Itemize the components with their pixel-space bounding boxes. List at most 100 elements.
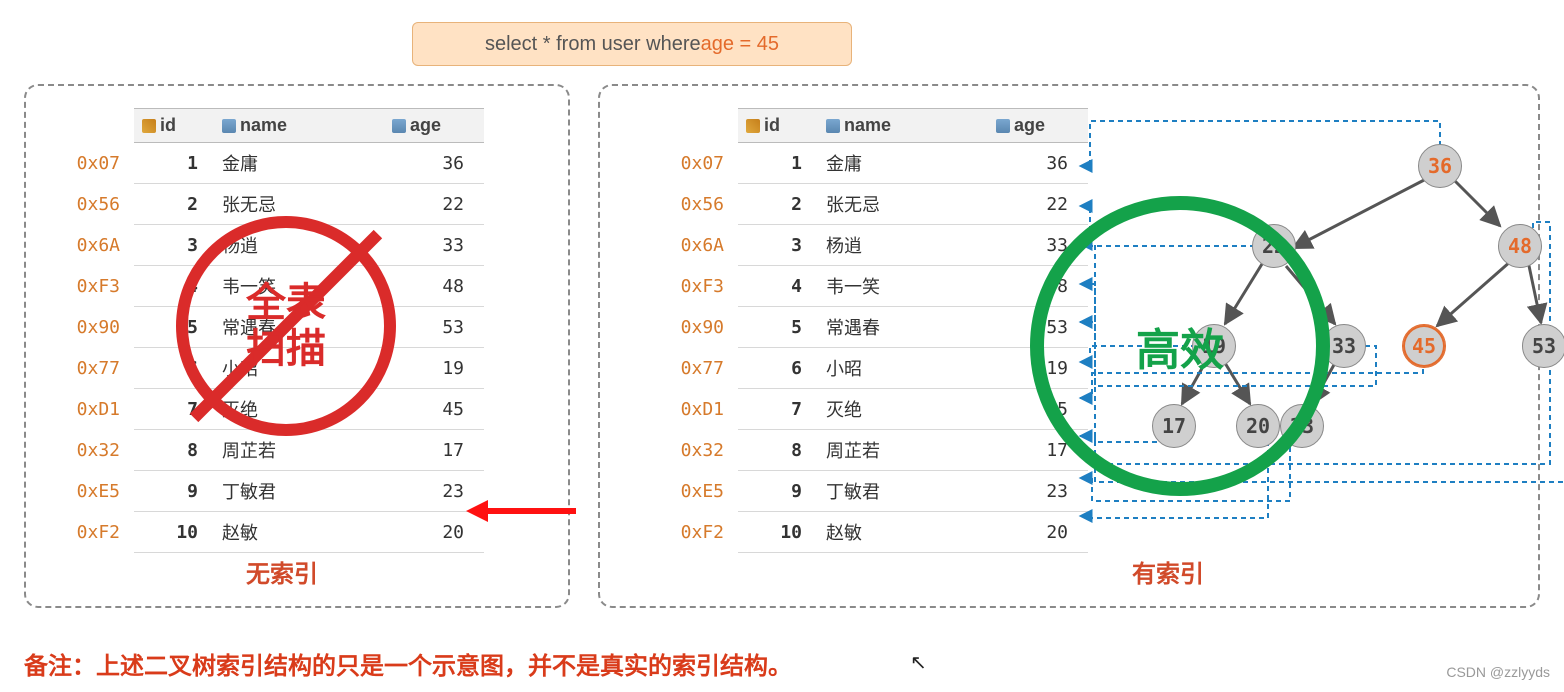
row-age: 53 xyxy=(384,307,484,348)
row-addr: 0xF3 xyxy=(648,266,738,307)
row-id: 7 xyxy=(738,389,818,430)
left-caption: 无索引 xyxy=(246,554,318,589)
table-row: 0x6A3杨逍33 xyxy=(648,225,1088,266)
row-age: 36 xyxy=(988,143,1088,184)
row-age: 48 xyxy=(384,266,484,307)
ban-text-2: 扫描 xyxy=(246,326,326,372)
row-addr: 0x6A xyxy=(648,225,738,266)
row-name: 韦一笑 xyxy=(818,266,988,307)
red-arrow-icon xyxy=(466,502,576,520)
column-icon xyxy=(826,119,840,133)
row-addr: 0xD1 xyxy=(648,389,738,430)
row-name: 金庸 xyxy=(818,143,988,184)
table-row: 0xD17灭绝45 xyxy=(648,389,1088,430)
row-age: 19 xyxy=(384,348,484,389)
row-name: 赵敏 xyxy=(214,512,384,553)
row-id: 1 xyxy=(134,143,214,184)
row-age: 45 xyxy=(384,389,484,430)
row-addr: 0xF2 xyxy=(54,512,134,553)
right-caption: 有索引 xyxy=(1132,554,1204,589)
row-id: 10 xyxy=(738,512,818,553)
table-row: 0x071金庸36 xyxy=(648,143,1088,184)
row-name: 张无忌 xyxy=(818,184,988,225)
row-name: 常遇春 xyxy=(818,307,988,348)
col-age: age xyxy=(410,115,441,135)
key-icon xyxy=(746,119,760,133)
key-icon xyxy=(142,119,156,133)
row-addr: 0x07 xyxy=(648,143,738,184)
column-icon xyxy=(996,119,1010,133)
panel-no-index: id name age 0x071金庸360x562张无忌220x6A3杨逍33… xyxy=(24,84,570,608)
row-addr: 0x90 xyxy=(54,307,134,348)
row-name: 小昭 xyxy=(818,348,988,389)
cursor-icon: ↖ xyxy=(910,650,927,675)
table-row: 0x905常遇春53 xyxy=(648,307,1088,348)
row-name: 丁敏君 xyxy=(818,471,988,512)
row-name: 丁敏君 xyxy=(214,471,384,512)
table-row: 0xF210赵敏20 xyxy=(648,512,1088,553)
tree-node-48: 48 xyxy=(1498,224,1542,268)
row-id: 9 xyxy=(738,471,818,512)
table-row: 0x776小昭19 xyxy=(648,348,1088,389)
row-addr: 0x6A xyxy=(54,225,134,266)
row-addr: 0x56 xyxy=(54,184,134,225)
column-icon xyxy=(392,119,406,133)
row-addr: 0xF3 xyxy=(54,266,134,307)
row-name: 周芷若 xyxy=(818,430,988,471)
row-addr: 0x90 xyxy=(648,307,738,348)
efficient-text: 高效 xyxy=(1030,196,1330,496)
row-id: 3 xyxy=(738,225,818,266)
row-id: 6 xyxy=(738,348,818,389)
row-addr: 0xD1 xyxy=(54,389,134,430)
row-addr: 0xF2 xyxy=(648,512,738,553)
col-age: age xyxy=(1014,115,1045,135)
table-row: 0xF34韦一笑48 xyxy=(648,266,1088,307)
row-name: 杨逍 xyxy=(818,225,988,266)
row-name: 赵敏 xyxy=(818,512,988,553)
row-addr: 0x77 xyxy=(54,348,134,389)
ban-text-1: 全表 xyxy=(246,280,326,326)
row-id: 1 xyxy=(738,143,818,184)
col-name: name xyxy=(844,115,891,135)
table-row: 0x071金庸36 xyxy=(54,143,484,184)
row-addr: 0x32 xyxy=(54,430,134,471)
row-name: 金庸 xyxy=(214,143,384,184)
table-row: 0x562张无忌22 xyxy=(648,184,1088,225)
sql-query-box: select * from user where age = 45 xyxy=(412,22,852,66)
footer-note: 备注：上述二叉树索引结构的只是一个示意图，并不是真实的索引结构。 xyxy=(24,646,792,681)
sql-accent: age = 45 xyxy=(701,33,779,56)
row-age: 22 xyxy=(384,184,484,225)
sql-prefix: select * from user where xyxy=(485,33,701,56)
table-row: 0xE59丁敏君23 xyxy=(648,471,1088,512)
col-id: id xyxy=(160,115,176,135)
full-table-scan-overlay: 全表 扫描 xyxy=(176,216,396,436)
row-age: 33 xyxy=(384,225,484,266)
col-name: name xyxy=(240,115,287,135)
row-id: 9 xyxy=(134,471,214,512)
row-id: 10 xyxy=(134,512,214,553)
row-age: 17 xyxy=(384,430,484,471)
panel-with-index: id name age 0x071金庸360x562张无忌220x6A3杨逍33… xyxy=(598,84,1540,608)
tree-node-53: 53 xyxy=(1522,324,1564,368)
tree-node-45: 45 xyxy=(1402,324,1446,368)
data-table-right: id name age 0x071金庸360x562张无忌220x6A3杨逍33… xyxy=(648,108,1088,553)
table-row: 0xF210赵敏20 xyxy=(54,512,484,553)
row-id: 2 xyxy=(738,184,818,225)
column-icon xyxy=(222,119,236,133)
row-addr: 0xE5 xyxy=(54,471,134,512)
row-id: 8 xyxy=(738,430,818,471)
row-addr: 0xE5 xyxy=(648,471,738,512)
row-id: 4 xyxy=(738,266,818,307)
col-id: id xyxy=(764,115,780,135)
tree-node-36: 36 xyxy=(1418,144,1462,188)
row-addr: 0x56 xyxy=(648,184,738,225)
table-row: 0xE59丁敏君23 xyxy=(54,471,484,512)
row-addr: 0x07 xyxy=(54,143,134,184)
row-age: 36 xyxy=(384,143,484,184)
watermark: CSDN @zzlyyds xyxy=(1446,664,1550,680)
row-addr: 0x77 xyxy=(648,348,738,389)
row-id: 5 xyxy=(738,307,818,348)
row-name: 灭绝 xyxy=(818,389,988,430)
row-addr: 0x32 xyxy=(648,430,738,471)
efficient-overlay: 高效 xyxy=(1030,196,1330,496)
